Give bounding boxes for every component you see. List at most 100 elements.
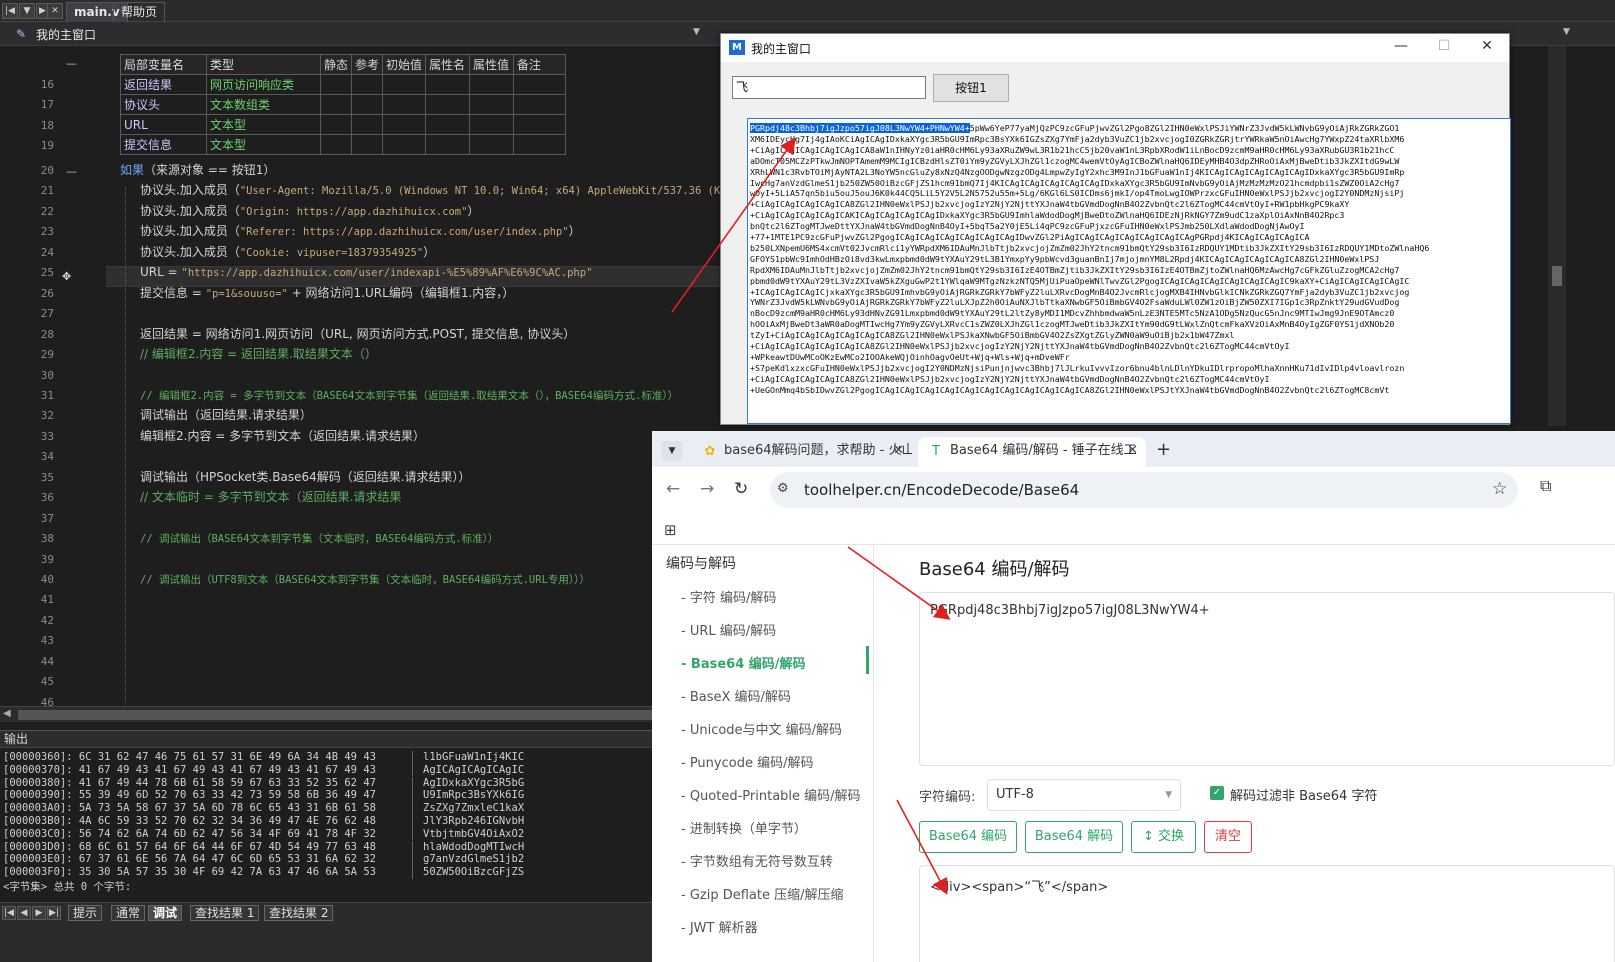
- var-cell[interactable]: [351, 74, 384, 95]
- close-tab-icon[interactable]: ✕: [1127, 437, 1138, 465]
- apps-grid-icon[interactable]: ⊞: [664, 521, 677, 539]
- code-line[interactable]: 如果（来源对象 == 按钮1）: [120, 160, 275, 181]
- var-cell[interactable]: [351, 134, 384, 155]
- var-cell[interactable]: [469, 134, 515, 155]
- var-cell[interactable]: [513, 94, 567, 115]
- bottom-tab[interactable]: 提示: [68, 905, 103, 921]
- bottom-tab[interactable]: 通常: [111, 905, 146, 921]
- sidebar-item[interactable]: - URL 编码/解码: [681, 620, 776, 639]
- code-line[interactable]: 返回结果 = 网络访问1.网页访问（URL, 网页访问方式.POST, 提交信息…: [140, 324, 575, 345]
- var-cell[interactable]: [382, 94, 427, 115]
- code-line[interactable]: 提交信息 = "p=1&souuso=" + 网络访问1.URL编码（编辑框1.…: [140, 283, 514, 304]
- var-type[interactable]: 文本型: [206, 114, 321, 135]
- filter-checkbox[interactable]: ✓: [1210, 786, 1224, 800]
- var-cell[interactable]: [319, 94, 353, 115]
- code-line[interactable]: URL = "https://app.dazhihuicx.com/user/i…: [140, 262, 592, 283]
- fold-icon[interactable]: —: [66, 53, 77, 74]
- var-cell[interactable]: [513, 134, 567, 155]
- scroll-left-icon[interactable]: ◀: [3, 708, 11, 719]
- var-name[interactable]: URL: [120, 114, 207, 135]
- base64-encode-button[interactable]: Base64 编码: [919, 821, 1017, 853]
- var-cell[interactable]: [319, 114, 353, 135]
- var-cell[interactable]: [382, 134, 427, 155]
- reload-icon[interactable]: ↻: [734, 479, 748, 499]
- close-tab-icon[interactable]: ✕: [893, 437, 904, 465]
- chevron-down-icon[interactable]: ▼: [693, 27, 700, 37]
- browser-tab-1[interactable]: ✿ base64解码问题，求帮助 - 火山 ✕: [692, 437, 912, 467]
- var-cell[interactable]: [425, 134, 471, 155]
- sidebar-item[interactable]: - JWT 解析器: [681, 917, 758, 936]
- edit-box-2[interactable]: PGRpdj48c3Bhbj7igJzpo57igJ08L3NwYW4+PHNw…: [747, 118, 1511, 424]
- bookmark-star-icon[interactable]: ☆: [1492, 479, 1507, 499]
- code-line[interactable]: 协议头.加入成员（"Cookie: vipuser=18379354925"）: [140, 242, 435, 263]
- close-icon[interactable]: ✕: [1467, 38, 1507, 54]
- clear-button[interactable]: 清空: [1204, 821, 1252, 853]
- var-cell[interactable]: [425, 114, 471, 135]
- code-line[interactable]: // 调试输出（UTF8到文本（BASE64文本到字节集（文本临时，BASE64…: [140, 569, 590, 590]
- var-name[interactable]: 返回结果: [120, 74, 207, 95]
- tab-search-icon[interactable]: ▼: [662, 441, 682, 461]
- charset-select[interactable]: UTF-8 ▼: [987, 779, 1181, 811]
- var-cell[interactable]: [425, 94, 471, 115]
- sidebar-item[interactable]: - 字节数组有无符号数互转: [681, 851, 833, 870]
- swap-button[interactable]: ↕ 交换: [1131, 821, 1196, 853]
- var-name[interactable]: 提交信息: [120, 134, 207, 155]
- horizontal-scrollbar[interactable]: ◀: [0, 706, 745, 722]
- sidebar-item[interactable]: - Base64 编码/解码: [681, 653, 806, 672]
- code-line[interactable]: 调试输出（返回结果.请求结果）: [140, 405, 312, 426]
- site-info-icon[interactable]: ⚙: [777, 481, 789, 496]
- code-line[interactable]: 协议头.加入成员（"Origin: https://app.dazhihuicx…: [140, 201, 479, 222]
- chevron-down-icon[interactable]: ▼: [1563, 27, 1570, 37]
- var-cell[interactable]: [513, 74, 567, 95]
- next-icon[interactable]: ▶: [32, 906, 46, 920]
- var-type[interactable]: 文本型: [206, 134, 321, 155]
- scroll-thumb[interactable]: [18, 710, 658, 720]
- button-1[interactable]: 按钮1: [933, 74, 1009, 102]
- vertical-scrollbar[interactable]: [1548, 46, 1566, 426]
- extensions-icon[interactable]: ⧉: [1540, 476, 1551, 496]
- var-name[interactable]: 协议头: [120, 94, 207, 115]
- code-line[interactable]: // 编辑框2.内容 = 多字节到文本（BASE64文本到字节集（返回结果.取结…: [140, 385, 678, 406]
- var-cell[interactable]: [382, 74, 427, 95]
- bottom-tab[interactable]: 查找结果 1: [190, 905, 260, 921]
- code-line[interactable]: 协议头.加入成员（"User-Agent: Mozilla/5.0 (Windo…: [140, 180, 745, 201]
- var-cell[interactable]: [319, 134, 353, 155]
- input-textarea[interactable]: PGRpdj48c3Bhbj7igJzpo57igJ08L3NwYW4+: [919, 592, 1615, 766]
- sidebar-item[interactable]: - BaseX 编码/解码: [681, 686, 791, 705]
- back-icon[interactable]: ←: [666, 479, 680, 499]
- sidebar-item[interactable]: - 字符 编码/解码: [681, 587, 776, 606]
- var-cell[interactable]: [425, 74, 471, 95]
- fold-icon[interactable]: —: [66, 161, 77, 182]
- var-cell[interactable]: [351, 94, 384, 115]
- doc-tab-help[interactable]: 帮助页: [113, 2, 166, 22]
- sidebar-item[interactable]: - Quoted-Printable 编码/解码: [681, 785, 861, 804]
- var-table-row[interactable]: 提交信息 文本型: [120, 134, 567, 155]
- edit-box-1[interactable]: 飞: [732, 76, 926, 99]
- code-editor[interactable]: 16 17 18 19 20 21 22 23 24 25 26 27 28 29 30 31 32 33 34 35…: [0, 46, 745, 730]
- bottom-tab[interactable]: 调试: [148, 905, 183, 921]
- var-cell[interactable]: [351, 114, 384, 135]
- breakpoint-cursor-icon[interactable]: ✥: [62, 266, 71, 287]
- var-cell[interactable]: [513, 114, 567, 135]
- browser-tab-2[interactable]: T Base64 编码/解码 - 锤子在线工 ✕: [918, 437, 1146, 467]
- sidebar-item[interactable]: - 进制转换（单字节）: [681, 818, 807, 837]
- new-tab-icon[interactable]: +: [1156, 439, 1171, 460]
- close-tab-icon[interactable]: ✕: [47, 3, 63, 19]
- var-cell[interactable]: [382, 114, 427, 135]
- last-icon[interactable]: ▶|: [47, 906, 61, 920]
- bottom-tab[interactable]: 查找结果 2: [264, 905, 334, 921]
- address-bar[interactable]: ⚙ toolhelper.cn/EncodeDecode/Base64 ☆: [770, 472, 1518, 508]
- var-cell[interactable]: [469, 74, 515, 95]
- var-table-row[interactable]: URL 文本型: [120, 114, 567, 135]
- output-textarea[interactable]: <div><span>“飞”</span>: [919, 865, 1615, 962]
- maximize-icon[interactable]: ☐: [1424, 38, 1464, 54]
- var-table-row[interactable]: 协议头 文本数组类: [120, 94, 567, 115]
- sidebar-item[interactable]: - Unicode与中文 编码/解码: [681, 719, 842, 738]
- prev-icon[interactable]: ◀: [17, 906, 31, 920]
- var-cell[interactable]: [469, 114, 515, 135]
- sidebar-item[interactable]: - Punycode 编码/解码: [681, 752, 813, 771]
- first-tab-icon[interactable]: |◀: [2, 3, 18, 19]
- minimize-icon[interactable]: —: [1381, 38, 1421, 54]
- first-icon[interactable]: |◀: [2, 906, 16, 920]
- code-line[interactable]: // 编辑框2.内容 = 返回结果.取结果文本（）: [140, 344, 377, 365]
